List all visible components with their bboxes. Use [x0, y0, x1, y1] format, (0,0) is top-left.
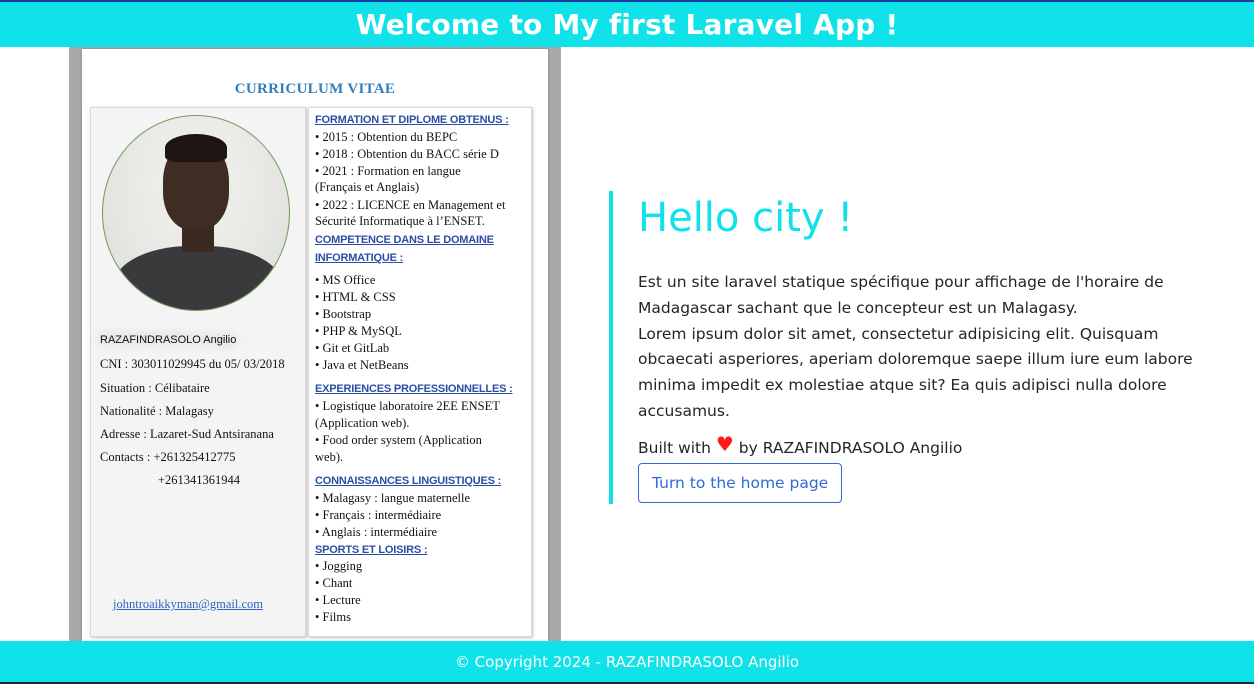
cv-competence-line: • Java et NetBeans — [315, 358, 409, 372]
cv-langue-line: • Anglais : intermédiaire — [315, 525, 438, 539]
photo-hair — [165, 134, 227, 162]
cv-details-panel: FORMATION ET DIPLOME OBTENUS : • 2015 : … — [308, 107, 532, 637]
cv-experience-line: • Food order system (Application — [315, 433, 482, 447]
cv-formation-line: • 2022 : LICENCE en Management et — [315, 198, 506, 212]
profile-photo — [102, 115, 290, 311]
cv-formation-line: (Français et Anglais) — [315, 180, 420, 194]
cv-section-langues: CONNAISSANCES LINGUISTIQUES : — [315, 475, 502, 487]
cv-langue-line: • Malagasy : langue maternelle — [315, 491, 471, 505]
cv-page: CURRICULUM VITAE RAZAFINDRASOLO Angilio … — [82, 49, 548, 641]
cv-sport-line: • Jogging — [315, 559, 363, 573]
cv-sport-line: • Chant — [315, 576, 353, 590]
cv-cni: CNI : 303011029945 du 05/ 03/2018 — [100, 357, 285, 371]
cv-image: CURRICULUM VITAE RAZAFINDRASOLO Angilio … — [69, 47, 561, 641]
cv-section-competence-cont: INFORMATIQUE : — [315, 252, 404, 264]
hello-lorem: Lorem ipsum dolor sit amet, consectetur … — [638, 324, 1193, 420]
cv-competence-line: • HTML & CSS — [315, 290, 396, 304]
cv-competence-line: • Git et GitLab — [315, 341, 390, 355]
built-with-line: Built with ♥ by RAZAFINDRASOLO Angilio — [638, 432, 963, 458]
cv-section-sports: SPORTS ET LOISIRS : — [315, 544, 428, 556]
cv-nationality: Nationalité : Malagasy — [100, 404, 214, 418]
home-page-button[interactable]: Turn to the home page — [638, 463, 843, 503]
cv-address: Adresse : Lazaret-Sud Antsiranana — [100, 427, 274, 441]
cv-section-experiences: EXPERIENCES PROFESSIONNELLES : — [315, 383, 513, 395]
cv-name: RAZAFINDRASOLO Angilio — [100, 334, 237, 346]
cv-title: CURRICULUM VITAE — [234, 81, 396, 97]
cv-formation-line: Sécurité Informatique à l’ENSET. — [315, 214, 485, 228]
cv-contacts: Contacts : +261325412775 — [100, 450, 236, 464]
hello-heading: Hello city ! — [638, 195, 854, 241]
cv-experience-line: web). — [315, 450, 344, 464]
cv-langue-line: • Français : intermédiaire — [315, 508, 442, 522]
cv-email-link: johntroaikkyman@gmail.com — [113, 597, 264, 611]
page-title: Welcome to My first Laravel App ! — [355, 8, 899, 41]
heart-icon: ♥ — [715, 432, 734, 456]
built-with-author: by RAZAFINDRASOLO Angilio — [738, 439, 963, 457]
cv-section-competence: COMPETENCE DANS LE DOMAINE — [315, 234, 494, 246]
photo-shirt — [113, 246, 283, 310]
cv-formation-line: • 2015 : Obtention du BEPC — [315, 130, 458, 144]
cv-sport-line: • Lecture — [315, 593, 361, 607]
hello-paragraph: Est un site laravel statique spécifique … — [638, 270, 1198, 425]
cv-experience-line: • Logistique laboratoire 2EE ENSET — [315, 399, 500, 413]
cv-formation-line: • 2018 : Obtention du BACC série D — [315, 147, 499, 161]
cv-competence-line: • Bootstrap — [315, 307, 372, 321]
cv-formation-line: • 2021 : Formation en langue — [315, 164, 461, 178]
page-header: Welcome to My first Laravel App ! — [0, 0, 1254, 47]
cv-competence-line: • PHP & MySQL — [315, 324, 402, 338]
footer-copyright: © Copyright 2024 - RAZAFINDRASOLO Angili… — [454, 652, 800, 671]
cv-competence-line: • MS Office — [315, 273, 376, 287]
cv-section-formation: FORMATION ET DIPLOME OBTENUS : — [315, 114, 509, 126]
hello-section: Hello city ! Est un site laravel statiqu… — [609, 191, 1209, 504]
hello-description: Est un site laravel statique spécifique … — [638, 273, 1164, 317]
cv-sport-line: • Films — [315, 610, 351, 624]
cv-experience-line: (Application web). — [315, 416, 410, 430]
cv-personal-panel: RAZAFINDRASOLO Angilio CNI : 30301102994… — [90, 107, 306, 637]
cv-situation: Situation : Célibataire — [100, 381, 210, 395]
page-footer: © Copyright 2024 - RAZAFINDRASOLO Angili… — [0, 641, 1254, 684]
built-with-prefix: Built with — [638, 439, 711, 457]
